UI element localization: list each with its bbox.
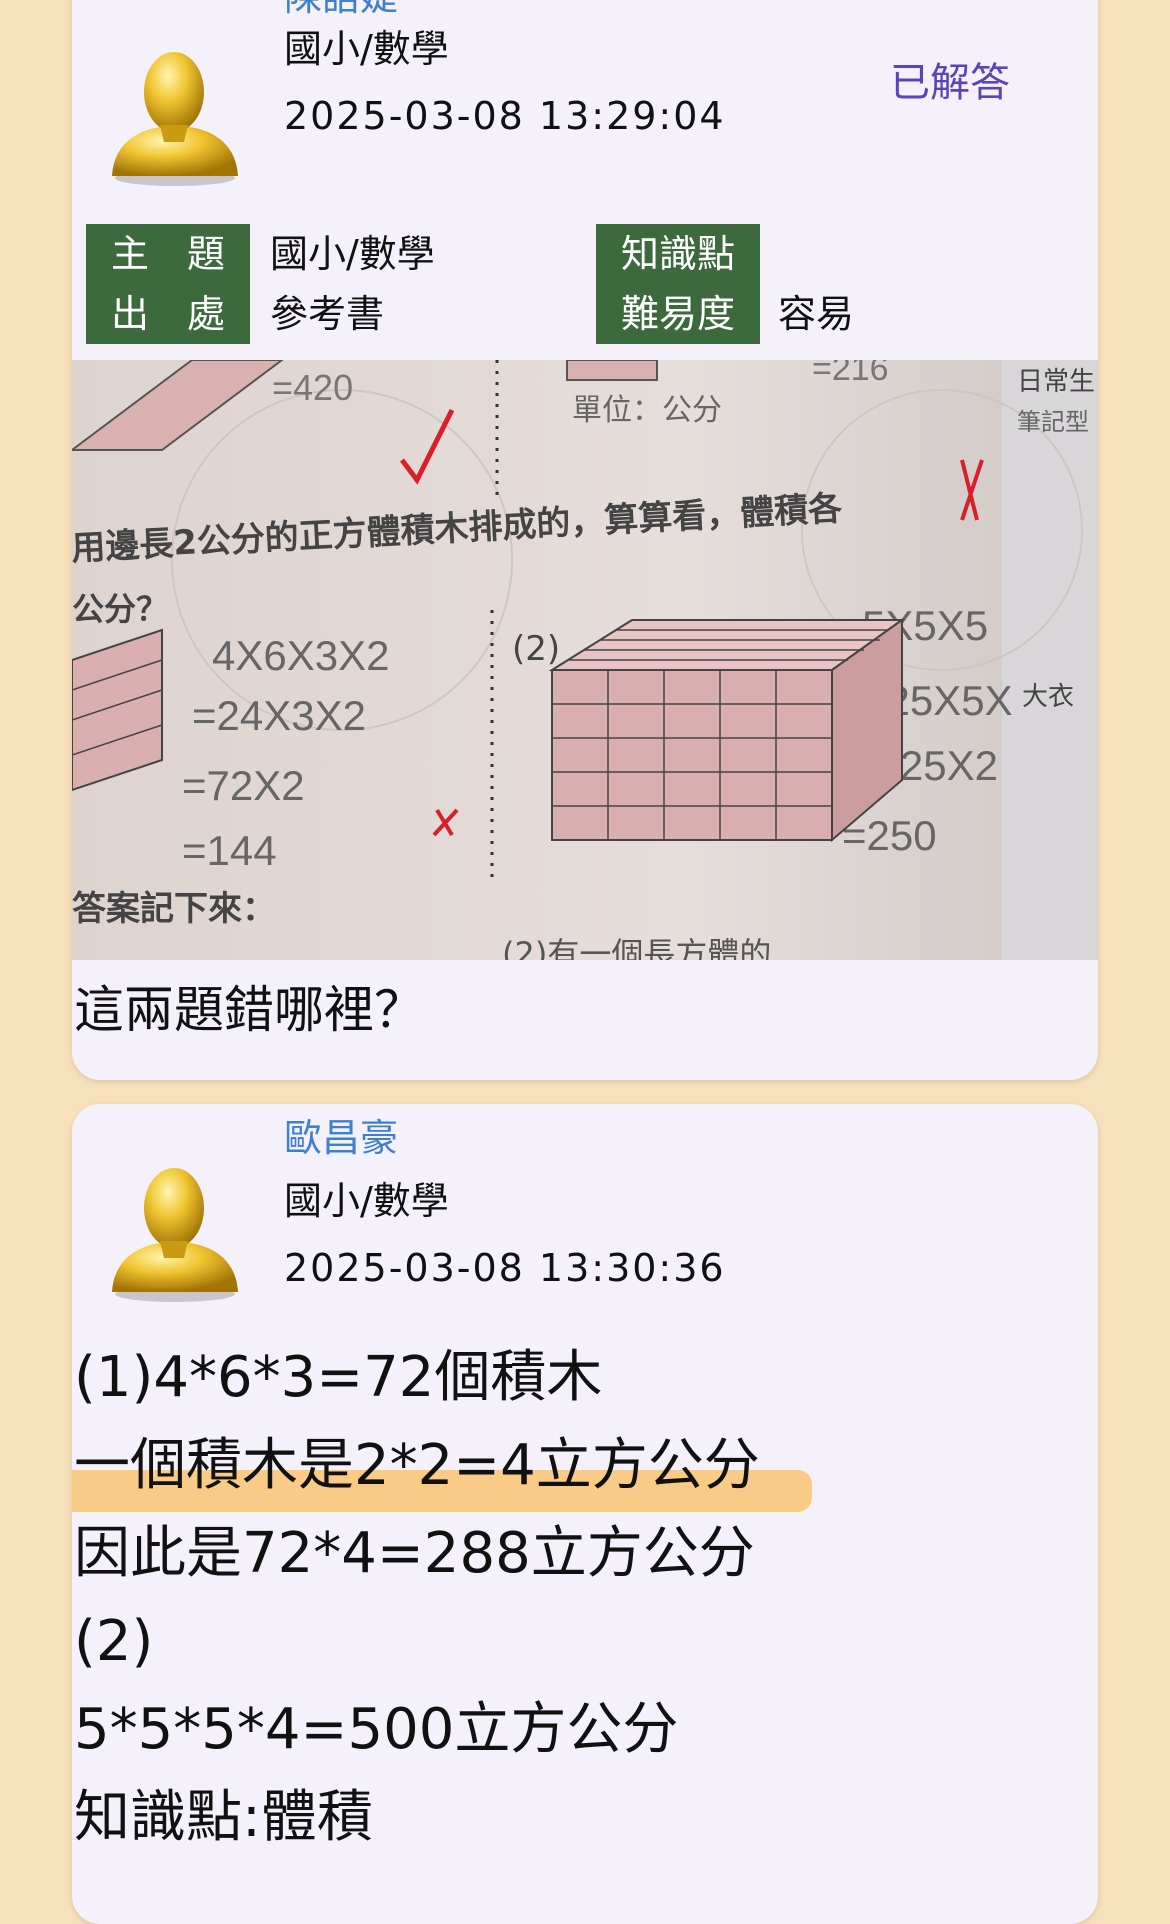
- photo-calc-top: =420: [272, 367, 353, 408]
- status-badge: 已解答: [890, 60, 1010, 106]
- photo-left-calc-1: 4X6X3X2: [212, 632, 389, 679]
- topic-value: 國小/數學: [270, 232, 435, 276]
- user-avatar-icon: [100, 30, 250, 190]
- post-subject: 國小/數學: [284, 27, 449, 71]
- answer-line: (2): [74, 1609, 154, 1674]
- answer-line: 因此是72*4=288立方公分: [74, 1521, 755, 1586]
- answer-line: 知識點:體積: [74, 1785, 373, 1850]
- photo-bottom-text-2: (2)有一個長方體的...: [502, 935, 802, 960]
- knowledge-label: 知識點: [596, 224, 760, 284]
- post-card[interactable]: 陳語婕 國小/數學 2025-03-08 13:29:04 已解答 主 題 出 …: [72, 0, 1098, 1080]
- difficulty-label: 難易度: [596, 284, 760, 344]
- author-name[interactable]: 歐昌豪: [284, 1107, 398, 1162]
- photo-side-label-2: 筆記型: [1017, 408, 1089, 436]
- answer-card[interactable]: 歐昌豪 國小/數學 2025-03-08 13:30:36 (1)4*6*3=7…: [72, 1104, 1098, 1924]
- photo-bottom-text: 答案記下來：: [72, 889, 276, 929]
- photo-calc-right-top: =216: [812, 360, 889, 388]
- photo-left-calc-2: =24X3X2: [192, 692, 366, 739]
- source-value: 參考書: [270, 292, 385, 336]
- photo-left-calc-4: =144: [182, 827, 277, 874]
- user-avatar-icon: [100, 1146, 250, 1306]
- difficulty-value: 容易: [778, 292, 855, 336]
- photo-left-calc-3: =72X2: [182, 762, 305, 809]
- answer-line-highlighted: 一個積木是2*2=4立方公分: [72, 1422, 812, 1512]
- topic-label: 主 題: [86, 224, 250, 284]
- post-timestamp: 2025-03-08 13:29:04: [284, 94, 726, 138]
- post-subject: 國小/數學: [284, 1179, 449, 1223]
- photo-problem-text-2: 公分？: [72, 590, 168, 628]
- question-photo[interactable]: =420 單位：公分 =216 日常生 筆記型 大衣 用邊長2公分的正方體積木排…: [72, 360, 1098, 960]
- photo-unit: 單位：公分: [572, 393, 722, 428]
- photo-side-label-1: 日常生: [1017, 367, 1095, 397]
- question-text: 這兩題錯哪裡？: [74, 981, 424, 1039]
- photo-part-label: (2): [512, 629, 560, 669]
- source-label: 出 處: [86, 284, 250, 344]
- answer-body: (1)4*6*3=72個積木 一個積木是2*2=4立方公分 因此是72*4=28…: [72, 1334, 812, 1862]
- answer-line: 5*5*5*4=500立方公分: [74, 1697, 679, 1762]
- photo-side-label-3: 大衣: [1022, 682, 1074, 712]
- answer-line: (1)4*6*3=72個積木: [74, 1345, 603, 1410]
- answer-line-text: 一個積木是2*2=4立方公分: [74, 1433, 760, 1498]
- post-timestamp: 2025-03-08 13:30:36: [284, 1246, 726, 1290]
